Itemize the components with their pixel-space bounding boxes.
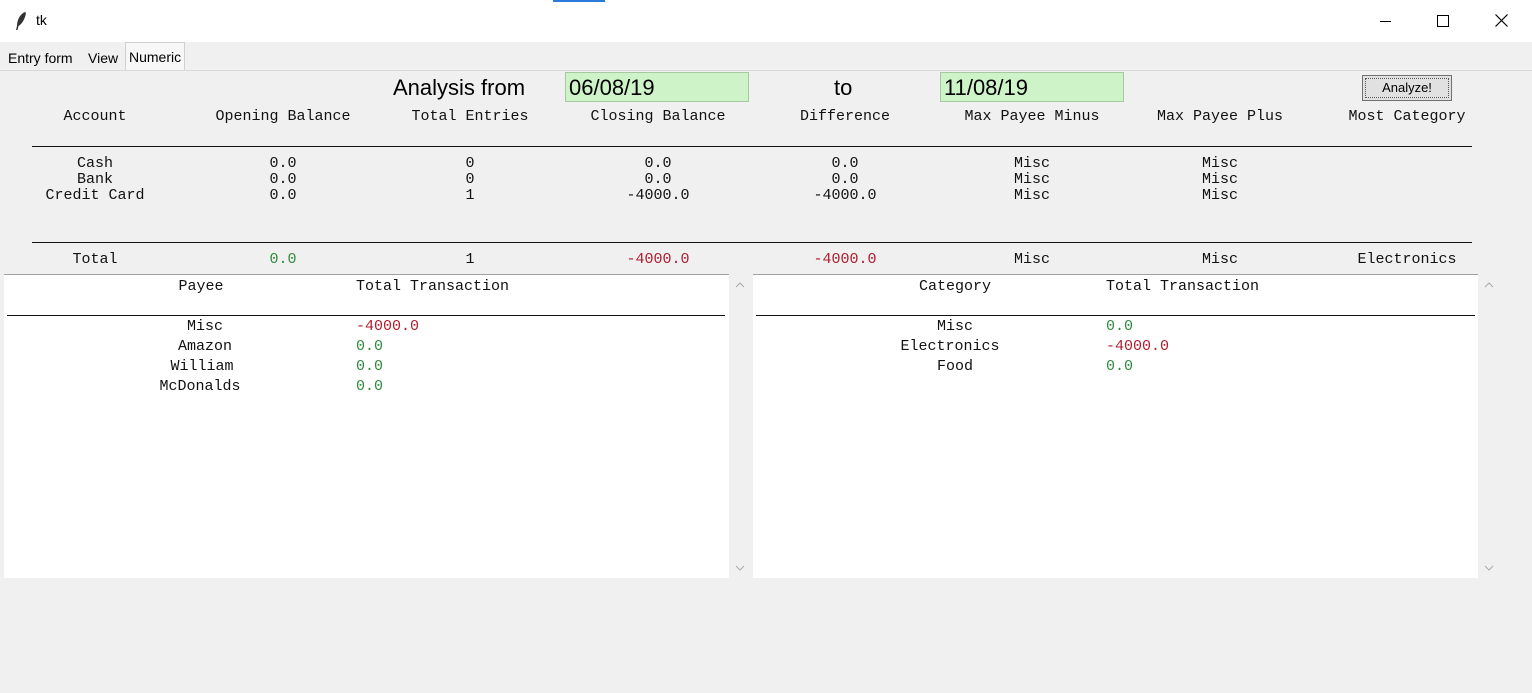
payee-header-divider <box>7 315 725 316</box>
payee-total-header: Total Transaction <box>356 278 510 295</box>
category-name: Electronics <box>900 338 1000 355</box>
taskbar-accent <box>553 0 605 2</box>
close-icon <box>1495 14 1508 27</box>
total-divider <box>32 242 1472 243</box>
to-label: to <box>834 75 853 100</box>
close-button[interactable] <box>1472 0 1530 42</box>
scroll-up-icon[interactable] <box>1484 282 1494 288</box>
cell-opening-balance: 0.0 <box>269 171 297 188</box>
cell-total-entries: 0 <box>465 155 475 172</box>
header-closing-balance: Closing Balance <box>590 108 726 125</box>
payee-name: McDonalds <box>159 378 241 395</box>
cell-opening-balance: 0.0 <box>269 187 297 204</box>
tab-view[interactable]: View <box>85 47 121 69</box>
cell-max-payee-plus: Misc <box>1201 171 1239 188</box>
payee-name: Misc <box>186 318 224 335</box>
category-header: Category <box>918 278 992 295</box>
cell-max-payee-minus: Misc <box>1013 171 1051 188</box>
scroll-down-icon[interactable] <box>735 565 745 571</box>
header-total-entries: Total Entries <box>411 108 529 125</box>
total-max-payee-minus: Misc <box>1013 251 1051 268</box>
cell-difference: 0.0 <box>831 155 859 172</box>
header-most-category: Most Category <box>1348 108 1466 125</box>
payee-header: Payee <box>178 278 224 295</box>
maximize-icon <box>1437 15 1449 27</box>
minimize-icon <box>1380 21 1391 22</box>
header-opening-balance: Opening Balance <box>215 108 351 125</box>
payee-name: William <box>170 358 234 375</box>
payee-total: 0.0 <box>356 378 384 395</box>
minimize-button[interactable] <box>1356 0 1414 42</box>
tab-numeric[interactable]: Numeric <box>125 42 186 71</box>
cell-closing-balance: 0.0 <box>644 155 672 172</box>
scroll-down-icon[interactable] <box>1484 565 1494 571</box>
payee-name: Amazon <box>177 338 233 355</box>
category-total-header: Total Transaction <box>1106 278 1260 295</box>
cell-closing-balance: -4000.0 <box>626 187 690 204</box>
header-max-payee-plus: Max Payee Plus <box>1156 108 1284 125</box>
analyze-button-label: Analyze! <box>1382 80 1432 95</box>
category-name: Food <box>936 358 974 375</box>
category-scrollbar[interactable] <box>1478 274 1500 578</box>
cell-difference: 0.0 <box>831 171 859 188</box>
cell-closing-balance: 0.0 <box>644 171 672 188</box>
total-max-payee-plus: Misc <box>1201 251 1239 268</box>
cell-opening-balance: 0.0 <box>269 155 297 172</box>
analyze-button[interactable]: Analyze! <box>1362 75 1452 101</box>
from-date-input[interactable]: 06/08/19 <box>565 72 749 102</box>
cell-total-entries: 0 <box>465 171 475 188</box>
header-difference: Difference <box>799 108 891 125</box>
category-name: Misc <box>936 318 974 335</box>
cell-total-entries: 1 <box>465 187 475 204</box>
category-panel-border <box>753 274 1478 275</box>
total-entries: 1 <box>465 251 475 268</box>
window-title: tk <box>36 12 47 28</box>
maximize-button[interactable] <box>1414 0 1472 42</box>
total-label: Total <box>72 251 118 268</box>
payee-total: -4000.0 <box>356 318 420 335</box>
category-header-divider <box>756 315 1475 316</box>
cell-max-payee-minus: Misc <box>1013 155 1051 172</box>
title-bar <box>0 0 1532 42</box>
cell-max-payee-plus: Misc <box>1201 187 1239 204</box>
tab-divider <box>0 70 1532 71</box>
cell-account: Bank <box>76 171 114 188</box>
cell-difference: -4000.0 <box>813 187 877 204</box>
total-difference: -4000.0 <box>813 251 877 268</box>
header-max-payee-minus: Max Payee Minus <box>964 108 1100 125</box>
cell-max-payee-plus: Misc <box>1201 155 1239 172</box>
total-opening-balance: 0.0 <box>269 251 297 268</box>
tab-entry-form[interactable]: Entry form <box>5 47 76 69</box>
tk-feather-icon <box>16 12 26 30</box>
header-account: Account <box>63 108 127 125</box>
category-total: -4000.0 <box>1106 338 1170 355</box>
to-date-input[interactable]: 11/08/19 <box>940 72 1124 102</box>
total-most-category: Electronics <box>1357 251 1457 268</box>
payee-panel-border <box>4 274 729 275</box>
cell-max-payee-minus: Misc <box>1013 187 1051 204</box>
payee-total: 0.0 <box>356 338 384 355</box>
header-divider <box>32 146 1472 147</box>
payee-scrollbar[interactable] <box>729 274 751 578</box>
analysis-from-label: Analysis from <box>393 75 526 100</box>
category-total: 0.0 <box>1106 358 1134 375</box>
cell-account: Credit Card <box>45 187 145 204</box>
payee-total: 0.0 <box>356 358 384 375</box>
scroll-up-icon[interactable] <box>735 282 745 288</box>
total-closing-balance: -4000.0 <box>626 251 690 268</box>
cell-account: Cash <box>76 155 114 172</box>
category-total: 0.0 <box>1106 318 1134 335</box>
